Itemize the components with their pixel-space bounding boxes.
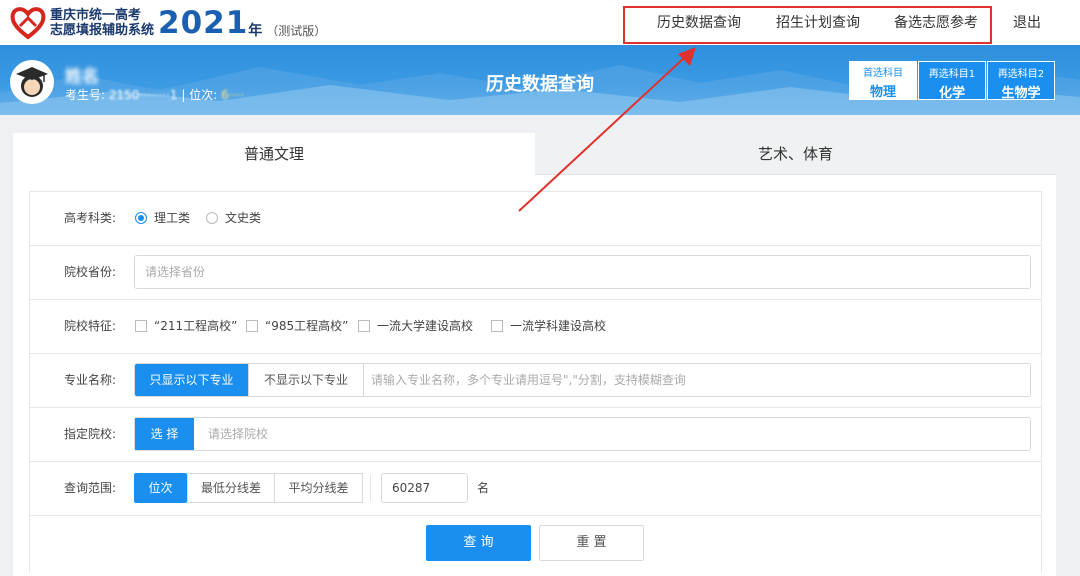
logo-test-label: （测试版）	[266, 23, 327, 38]
logo-nian: 年	[248, 23, 263, 39]
radio-science[interactable]	[135, 212, 147, 224]
tab-art-sports[interactable]: 艺术、体育	[535, 133, 1056, 175]
radio-science-label[interactable]: 理工类	[154, 192, 190, 245]
query-button[interactable]: 查 询	[426, 525, 531, 561]
school-row: 指定院校: 选 择 请选择院校	[30, 408, 1041, 462]
range-row: 查询范围: 位次 最低分线差 平均分线差 60287 名	[30, 462, 1041, 516]
subject-first-value: 物理	[869, 85, 896, 100]
top-bar: 重庆市统一高考 志愿填报辅助系统 2021 年 （测试版） 历史数据查询 招生计…	[0, 0, 1080, 45]
checkbox-first-class-university[interactable]	[358, 320, 370, 332]
school-input[interactable]: 请选择院校	[208, 418, 268, 450]
province-select[interactable]: 请选择省份	[134, 255, 1031, 289]
province-label: 院校省份:	[64, 265, 117, 279]
query-card: 普通文理 艺术、体育 高考科类: 理工类 文史类 院校省份: 请选择省份 院校特…	[13, 133, 1056, 576]
major-label: 专业名称:	[64, 373, 117, 387]
checkbox-first-class-discipline-label[interactable]: 一流学科建设高校	[510, 300, 606, 353]
checkbox-first-class-university-label[interactable]: 一流大学建设高校	[377, 300, 473, 353]
subject-second-1-label: 再选科目1	[928, 69, 976, 80]
radio-liberal-arts[interactable]	[206, 212, 218, 224]
major-input-group: 只显示以下专业 不显示以下专业 请输入专业名称，多个专业请用逗号","分割，支持…	[134, 363, 1031, 397]
logo-line2: 志愿填报辅助系统	[50, 23, 155, 38]
checkbox-211[interactable]	[135, 320, 147, 332]
logo-year: 2021	[158, 5, 249, 41]
logo: 重庆市统一高考 志愿填报辅助系统 2021 年 （测试版）	[10, 5, 326, 41]
province-row: 院校省份: 请选择省份	[30, 246, 1041, 300]
range-rank-button[interactable]: 位次	[134, 473, 187, 503]
range-label: 查询范围:	[64, 481, 117, 495]
annotation-highlight-box	[623, 6, 992, 44]
checkbox-211-label[interactable]: “211工程高校”	[154, 300, 237, 353]
select-school-button[interactable]: 选 择	[135, 418, 194, 450]
rank-value-input[interactable]: 60287	[381, 473, 468, 503]
action-row: 查 询 重 置	[30, 516, 1041, 572]
range-divider	[370, 475, 371, 501]
query-form: 高考科类: 理工类 文史类 院校省份: 请选择省份 院校特征: “211工程高校…	[29, 191, 1042, 572]
rank-unit: 名	[477, 481, 490, 495]
show-majors-button[interactable]: 只显示以下专业	[135, 364, 248, 396]
heart-logo-icon	[10, 7, 46, 40]
major-input[interactable]: 请输入专业名称，多个专业请用逗号","分割，支持模糊查询	[371, 364, 686, 396]
tab-general[interactable]: 普通文理	[13, 133, 535, 175]
reset-button[interactable]: 重 置	[539, 525, 644, 561]
subject-second-1-value: 化学	[938, 86, 965, 101]
subject-second-2: 再选科目2 生物学	[987, 61, 1055, 101]
checkbox-985-label[interactable]: “985工程高校”	[265, 300, 348, 353]
logout-link[interactable]: 退出	[1013, 12, 1041, 32]
subject-first-label: 首选科目	[863, 68, 903, 79]
school-label: 指定院校:	[64, 427, 117, 441]
subject-second-2-label: 再选科目2	[997, 69, 1045, 80]
subject-second-2-value: 生物学	[1001, 86, 1041, 101]
features-label: 院校特征:	[64, 319, 117, 333]
features-row: 院校特征: “211工程高校” “985工程高校” 一流大学建设高校 一流学科建…	[30, 300, 1041, 354]
subject-second-1: 再选科目1 化学	[918, 61, 986, 101]
school-input-group: 选 择 请选择院校	[134, 417, 1031, 451]
checkbox-985[interactable]	[246, 320, 258, 332]
range-avg-diff-button[interactable]: 平均分线差	[274, 473, 363, 503]
category-row: 高考科类: 理工类 文史类	[30, 192, 1041, 246]
logo-line1: 重庆市统一高考	[50, 8, 142, 23]
checkbox-first-class-discipline[interactable]	[491, 320, 503, 332]
category-label: 高考科类:	[64, 211, 117, 225]
subject-first: 首选科目 物理	[849, 61, 917, 100]
user-banner: 姓名 考生号: 2150········1 | 位次: 6···· 历史数据查询…	[0, 45, 1080, 115]
major-row: 专业名称: 只显示以下专业 不显示以下专业 请输入专业名称，多个专业请用逗号",…	[30, 354, 1041, 408]
range-min-diff-button[interactable]: 最低分线差	[187, 473, 275, 503]
hide-majors-button[interactable]: 不显示以下专业	[248, 363, 364, 397]
radio-liberal-arts-label[interactable]: 文史类	[225, 192, 261, 245]
